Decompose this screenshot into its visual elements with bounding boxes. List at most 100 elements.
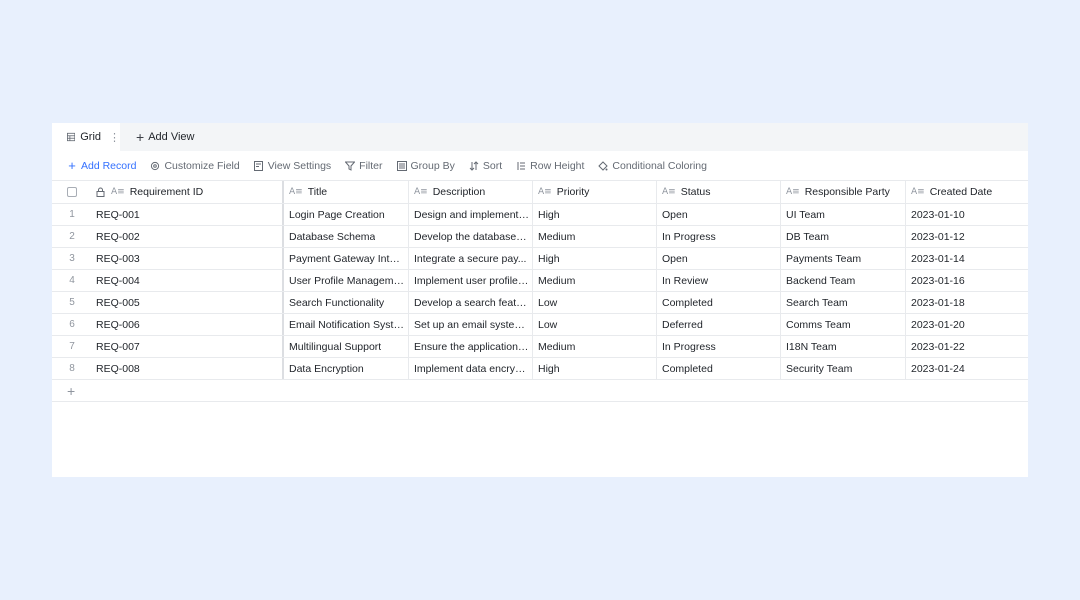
cell-title[interactable]: Database Schema	[284, 226, 409, 247]
cell-requirement-id[interactable]: REQ-001	[92, 204, 284, 225]
cell-description[interactable]: Develop the database sc...	[409, 226, 533, 247]
cell-status[interactable]: Completed	[657, 358, 781, 379]
cell-title[interactable]: Login Page Creation	[284, 204, 409, 225]
row-number-cell[interactable]: 8	[52, 358, 92, 379]
cell-created-date[interactable]: 2023-01-18	[906, 292, 1028, 313]
cell-requirement-id[interactable]: REQ-004	[92, 270, 284, 291]
cell-requirement-id[interactable]: REQ-002	[92, 226, 284, 247]
cell-description[interactable]: Develop a search featur...	[409, 292, 533, 313]
cell-priority[interactable]: High	[533, 358, 657, 379]
cell-requirement-id[interactable]: REQ-007	[92, 336, 284, 357]
cell-priority[interactable]: High	[533, 204, 657, 225]
cell-priority[interactable]: Medium	[533, 336, 657, 357]
column-header-created-date[interactable]: A≡ Created Date	[906, 181, 1028, 203]
cell-created-date[interactable]: 2023-01-10	[906, 204, 1028, 225]
cell-responsible-party[interactable]: Payments Team	[781, 248, 906, 269]
cell-status[interactable]: In Progress	[657, 336, 781, 357]
cell-status[interactable]: Open	[657, 248, 781, 269]
cell-title[interactable]: Payment Gateway Integ...	[284, 248, 409, 269]
cell-title[interactable]: Multilingual Support	[284, 336, 409, 357]
cell-responsible-party[interactable]: DB Team	[781, 226, 906, 247]
table-row[interactable]: 7 REQ-007 Multilingual Support Ensure th…	[52, 336, 1028, 358]
column-header-requirement-id[interactable]: A≡ Requirement ID	[92, 181, 284, 203]
cell-responsible-party[interactable]: Search Team	[781, 292, 906, 313]
cell-description[interactable]: Design and implement a...	[409, 204, 533, 225]
cell-responsible-party[interactable]: UI Team	[781, 204, 906, 225]
filter-button[interactable]: Filter	[345, 160, 383, 172]
more-icon[interactable]: ⋮	[109, 131, 120, 144]
row-number-cell[interactable]: 1	[52, 204, 92, 225]
group-by-button[interactable]: Group By	[396, 160, 455, 172]
sort-button[interactable]: Sort	[469, 160, 502, 172]
cell-description[interactable]: Ensure the application s...	[409, 336, 533, 357]
view-settings-button[interactable]: View Settings	[253, 160, 331, 172]
table-row[interactable]: 2 REQ-002 Database Schema Develop the da…	[52, 226, 1028, 248]
row-height-button[interactable]: Row Height	[516, 160, 584, 172]
cell-priority[interactable]: Medium	[533, 270, 657, 291]
cell-responsible-party[interactable]: Security Team	[781, 358, 906, 379]
cell-title[interactable]: User Profile Management	[284, 270, 409, 291]
add-row-button[interactable]: +	[52, 380, 1028, 402]
table-row[interactable]: 6 REQ-006 Email Notification System Set …	[52, 314, 1028, 336]
cell-responsible-party[interactable]: Comms Team	[781, 314, 906, 335]
table-header-row: A≡ Requirement ID A≡ Title A≡ Descriptio…	[52, 180, 1028, 204]
cell-created-date[interactable]: 2023-01-12	[906, 226, 1028, 247]
cell-status[interactable]: Deferred	[657, 314, 781, 335]
table-row[interactable]: 3 REQ-003 Payment Gateway Integ... Integ…	[52, 248, 1028, 270]
cell-description[interactable]: Set up an email system ...	[409, 314, 533, 335]
table-row[interactable]: 5 REQ-005 Search Functionality Develop a…	[52, 292, 1028, 314]
cell-description[interactable]: Implement data encrypt...	[409, 358, 533, 379]
conditional-coloring-button[interactable]: Conditional Coloring	[598, 160, 707, 172]
cell-status[interactable]: In Review	[657, 270, 781, 291]
row-number-cell[interactable]: 7	[52, 336, 92, 357]
table-row[interactable]: 8 REQ-008 Data Encryption Implement data…	[52, 358, 1028, 380]
cell-priority[interactable]: Low	[533, 314, 657, 335]
add-record-button[interactable]: + Add Record	[67, 159, 136, 172]
table-row[interactable]: 4 REQ-004 User Profile Management Implem…	[52, 270, 1028, 292]
select-all-checkbox[interactable]	[67, 187, 77, 197]
column-header-description[interactable]: A≡ Description	[409, 181, 533, 203]
column-header-title[interactable]: A≡ Title	[284, 181, 409, 203]
text-field-icon: A≡	[538, 187, 552, 197]
cell-created-date[interactable]: 2023-01-22	[906, 336, 1028, 357]
row-number: 8	[69, 363, 75, 374]
customize-field-button[interactable]: Customize Field	[150, 160, 240, 172]
cell-priority[interactable]: Medium	[533, 226, 657, 247]
cell-created-date[interactable]: 2023-01-20	[906, 314, 1028, 335]
cell-responsible-party[interactable]: Backend Team	[781, 270, 906, 291]
cell-priority[interactable]: High	[533, 248, 657, 269]
row-number: 3	[69, 253, 75, 264]
cell-requirement-id[interactable]: REQ-006	[92, 314, 284, 335]
select-all-cell[interactable]	[52, 181, 92, 203]
cell-created-date[interactable]: 2023-01-14	[906, 248, 1028, 269]
tab-grid[interactable]: Grid ⋮	[52, 123, 120, 151]
cell-description[interactable]: Integrate a secure pay...	[409, 248, 533, 269]
cell-requirement-id[interactable]: REQ-003	[92, 248, 284, 269]
cell-status[interactable]: Completed	[657, 292, 781, 313]
row-number-cell[interactable]: 4	[52, 270, 92, 291]
row-number-cell[interactable]: 3	[52, 248, 92, 269]
cell-requirement-id[interactable]: REQ-005	[92, 292, 284, 313]
cell-requirement-id[interactable]: REQ-008	[92, 358, 284, 379]
cell-text: Security Team	[786, 362, 853, 375]
column-header-status[interactable]: A≡ Status	[657, 181, 781, 203]
row-number-cell[interactable]: 5	[52, 292, 92, 313]
table-body: 1 REQ-001 Login Page Creation Design and…	[52, 204, 1028, 380]
cell-status[interactable]: Open	[657, 204, 781, 225]
row-number-cell[interactable]: 6	[52, 314, 92, 335]
add-view-button[interactable]: + Add View	[136, 123, 194, 151]
cell-description[interactable]: Implement user profile ...	[409, 270, 533, 291]
cell-title[interactable]: Data Encryption	[284, 358, 409, 379]
cell-priority[interactable]: Low	[533, 292, 657, 313]
table-row[interactable]: 1 REQ-001 Login Page Creation Design and…	[52, 204, 1028, 226]
cell-created-date[interactable]: 2023-01-16	[906, 270, 1028, 291]
column-header-responsible-party[interactable]: A≡ Responsible Party	[781, 181, 906, 203]
cell-title[interactable]: Search Functionality	[284, 292, 409, 313]
cell-created-date[interactable]: 2023-01-24	[906, 358, 1028, 379]
cell-responsible-party[interactable]: I18N Team	[781, 336, 906, 357]
row-number-cell[interactable]: 2	[52, 226, 92, 247]
cell-status[interactable]: In Progress	[657, 226, 781, 247]
cell-title[interactable]: Email Notification System	[284, 314, 409, 335]
column-header-priority[interactable]: A≡ Priority	[533, 181, 657, 203]
cell-text: REQ-004	[96, 274, 140, 287]
